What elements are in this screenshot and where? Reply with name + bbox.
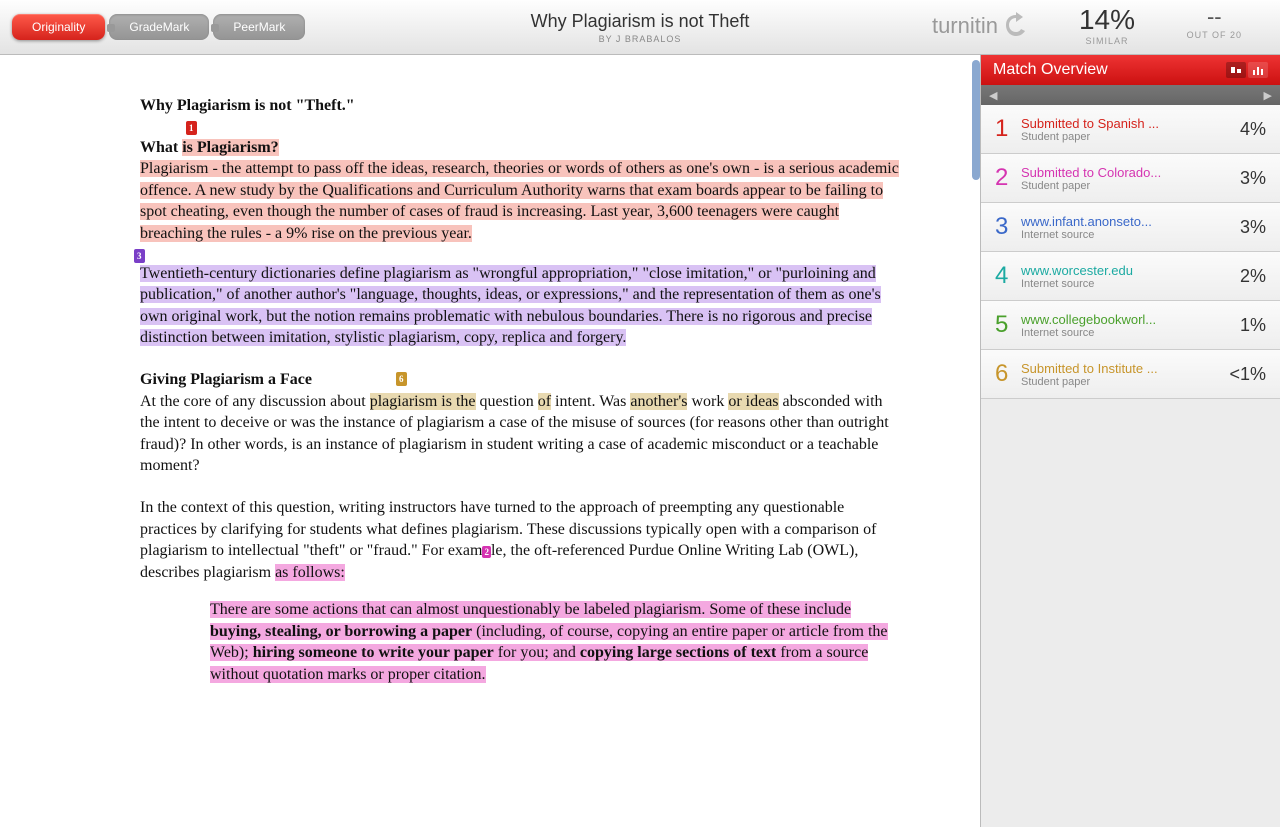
match-tag-3[interactable]: 3: [134, 249, 145, 263]
match-tag-2[interactable]: 2: [482, 546, 491, 558]
match-percent: <1%: [1229, 364, 1266, 385]
grade-value: --: [1187, 4, 1242, 30]
match-number: 6: [995, 360, 1021, 388]
doc-heading-what: What is Plagiarism?: [140, 137, 900, 159]
document-title: Why Plagiarism is not Theft: [531, 11, 750, 32]
match-row[interactable]: 4www.worcester.eduInternet source2%: [981, 252, 1280, 301]
sidebar: Match Overview ◀ ▶ 1Submitted to Spanish…: [980, 55, 1280, 827]
match-row[interactable]: 2Submitted to Colorado...Student paper3%: [981, 154, 1280, 203]
document-body: Why Plagiarism is not "Theft." 1 What is…: [140, 95, 900, 686]
match-percent: 4%: [1240, 119, 1266, 140]
brand-logo: turnitin: [932, 12, 1030, 40]
match-source: www.worcester.edu: [1021, 263, 1240, 278]
match-source: Submitted to Institute ...: [1021, 361, 1229, 376]
match-kind: Student paper: [1021, 180, 1240, 192]
match-number: 2: [995, 164, 1021, 192]
match-info: Submitted to Spanish ...Student paper: [1021, 116, 1240, 143]
view-toggle-list[interactable]: [1226, 62, 1246, 78]
match-tag-6[interactable]: 6: [396, 372, 407, 386]
tab-group: Originality GradeMark PeerMark: [12, 14, 309, 40]
match-info: www.infant.anonseto...Internet source: [1021, 214, 1240, 241]
match-percent: 1%: [1240, 315, 1266, 336]
doc-blockquote: There are some actions that can almost u…: [210, 599, 900, 685]
grade-block: -- OUT OF 20: [1187, 4, 1242, 40]
document-pane[interactable]: Why Plagiarism is not "Theft." 1 What is…: [0, 55, 980, 827]
main-area: Why Plagiarism is not "Theft." 1 What is…: [0, 55, 1280, 827]
match-kind: Internet source: [1021, 278, 1240, 290]
scrollbar-thumb[interactable]: [972, 60, 980, 180]
view-toggle-bars[interactable]: [1248, 62, 1268, 78]
match-source: Submitted to Spanish ...: [1021, 116, 1240, 131]
match-info: www.worcester.eduInternet source: [1021, 263, 1240, 290]
similarity-score: 14% SIMILAR: [1079, 4, 1135, 46]
match-info: Submitted to Colorado...Student paper: [1021, 165, 1240, 192]
match-number: 5: [995, 311, 1021, 339]
match-info: Submitted to Institute ...Student paper: [1021, 361, 1229, 388]
top-bar: Originality GradeMark PeerMark Why Plagi…: [0, 0, 1280, 55]
match-row[interactable]: 5www.collegebookworl...Internet source1%: [981, 301, 1280, 350]
match-kind: Internet source: [1021, 327, 1240, 339]
match-overview-header: Match Overview: [981, 55, 1280, 85]
match-source: www.collegebookworl...: [1021, 312, 1240, 327]
doc-heading-main: Why Plagiarism is not "Theft.": [140, 95, 900, 117]
tab-grademark[interactable]: GradeMark: [109, 14, 209, 40]
doc-paragraph-1: Plagiarism - the attempt to pass off the…: [140, 158, 900, 244]
grade-label: OUT OF 20: [1187, 30, 1242, 40]
match-source: www.infant.anonseto...: [1021, 214, 1240, 229]
view-toggle: [1226, 62, 1268, 78]
match-tag-1[interactable]: 1: [186, 121, 197, 135]
similarity-percent: 14%: [1079, 4, 1135, 36]
match-row[interactable]: 6Submitted to Institute ...Student paper…: [981, 350, 1280, 399]
match-percent: 2%: [1240, 266, 1266, 287]
match-number: 1: [995, 115, 1021, 143]
match-row[interactable]: 3www.infant.anonseto...Internet source3%: [981, 203, 1280, 252]
match-percent: 3%: [1240, 217, 1266, 238]
match-source: Submitted to Colorado...: [1021, 165, 1240, 180]
doc-paragraph-3: At the core of any discussion about plag…: [140, 391, 900, 477]
tab-peermark[interactable]: PeerMark: [213, 14, 305, 40]
match-list[interactable]: 1Submitted to Spanish ...Student paper4%…: [981, 105, 1280, 827]
match-kind: Student paper: [1021, 131, 1240, 143]
match-nav: ◀ ▶: [981, 85, 1280, 105]
match-info: www.collegebookworl...Internet source: [1021, 312, 1240, 339]
similarity-label: SIMILAR: [1079, 36, 1135, 46]
document-author: BY J BRABALOS: [531, 34, 750, 44]
match-percent: 3%: [1240, 168, 1266, 189]
title-block: Why Plagiarism is not Theft BY J BRABALO…: [531, 11, 750, 44]
doc-heading-face: Giving Plagiarism a Face: [140, 369, 900, 391]
tab-originality[interactable]: Originality: [12, 14, 105, 40]
match-number: 4: [995, 262, 1021, 290]
nav-prev-icon[interactable]: ◀: [989, 89, 997, 102]
match-kind: Student paper: [1021, 376, 1229, 388]
match-kind: Internet source: [1021, 229, 1240, 241]
match-overview-title: Match Overview: [993, 61, 1108, 79]
doc-paragraph-2: Twentieth-century dictionaries define pl…: [140, 263, 900, 349]
turnitin-icon: [1002, 12, 1030, 40]
nav-next-icon[interactable]: ▶: [1264, 89, 1272, 102]
match-number: 3: [995, 213, 1021, 241]
match-row[interactable]: 1Submitted to Spanish ...Student paper4%: [981, 105, 1280, 154]
doc-paragraph-4: In the context of this question, writing…: [140, 497, 900, 583]
